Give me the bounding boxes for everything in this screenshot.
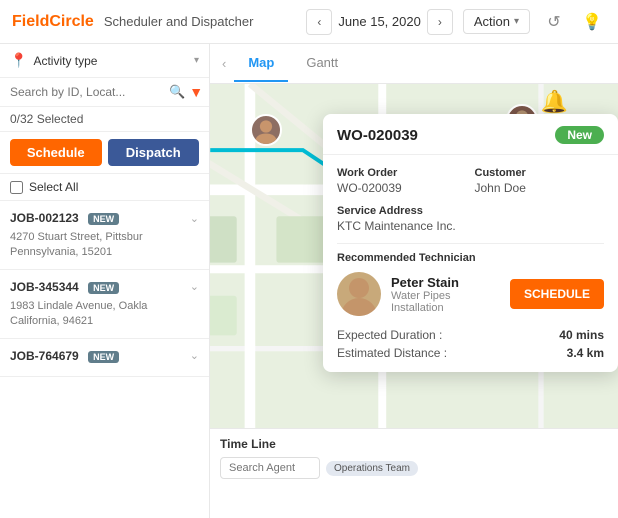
estimated-distance-row: Estimated Distance : 3.4 km [337,346,604,360]
selected-count: 0/32 Selected [0,107,209,132]
activity-type-label: Activity type [33,54,188,68]
tech-name: Peter Stain [391,275,500,290]
timeline-section: Time Line Operations Team [210,428,618,518]
popup-badge-new: New [555,126,604,144]
timeline-search-input[interactable] [220,457,320,479]
sidebar: 📍 Activity type ▾ 🔍 ▼ 0/32 Selected Sche… [0,44,210,518]
refresh-icon: ↺ [547,12,560,32]
select-all-label: Select All [29,180,78,194]
location-pin-icon: 📍 [10,52,27,69]
estimated-distance-value: 3.4 km [567,346,604,360]
popup-divider [337,243,604,244]
tech-info: Peter Stain Water Pipes Installation [391,275,500,314]
timeline-title: Time Line [220,437,608,451]
job-expand-icon: ⌄ [190,349,199,362]
expected-duration-value: 40 mins [559,328,604,342]
tab-map[interactable]: Map [234,45,288,82]
job-expand-icon: ⌄ [190,280,199,293]
popup-stats: Expected Duration : 40 mins Estimated Di… [337,328,604,360]
job-id: JOB-764679 [10,349,79,363]
ops-team-tag: Operations Team [326,461,418,476]
job-badge-new: NEW [88,282,119,294]
tech-role: Water Pipes Installation [391,290,500,314]
expected-duration-row: Expected Duration : 40 mins [337,328,604,342]
job-id: JOB-002123 [10,211,79,225]
search-row: 🔍 ▼ [0,78,209,107]
header-title: Scheduler and Dispatcher [104,14,297,29]
action-buttons: Schedule Dispatch [0,132,209,174]
select-all-row: Select All [0,174,209,201]
tabs-row: ‹ Map Gantt [210,44,618,84]
refresh-button[interactable]: ↺ [540,8,568,36]
technician-row: Peter Stain Water Pipes Installation SCH… [337,272,604,316]
tab-gantt[interactable]: Gantt [292,45,352,82]
app-logo: FieldCircle [12,13,94,31]
logo-field: Field [12,13,49,30]
action-button[interactable]: Action ▾ [463,9,530,34]
job-badge-new: NEW [88,351,119,363]
search-icon: 🔍 [169,84,185,100]
current-date: June 15, 2020 [338,14,420,29]
action-label: Action [474,14,510,29]
customer-value: John Doe [475,181,605,195]
bulb-button[interactable]: 💡 [578,8,606,36]
job-id: JOB-345344 [10,280,79,294]
app-header: FieldCircle Scheduler and Dispatcher ‹ J… [0,0,618,44]
popup-grid: Work Order WO-020039 Customer John Doe [337,167,604,195]
popup-customer-field: Customer John Doe [475,167,605,195]
popup-schedule-button[interactable]: SCHEDULE [510,279,604,309]
bulb-icon: 💡 [582,12,602,32]
map-area: 🏠 🏠 🏠 🔔 WO-020039 New Work Order WO-0200… [210,84,618,428]
chevron-down-icon: ▾ [514,16,519,27]
date-navigation: ‹ June 15, 2020 › [306,9,452,35]
timeline-search-row: Operations Team [220,457,608,479]
job-expand-icon: ⌄ [190,212,199,225]
notification-pin: 🔔 [541,89,568,115]
main-layout: 📍 Activity type ▾ 🔍 ▼ 0/32 Selected Sche… [0,44,618,518]
right-content: ‹ Map Gantt [210,44,618,518]
expected-duration-label: Expected Duration : [337,328,442,342]
activity-chevron-icon: ▾ [194,55,199,66]
job-list: JOB-002123 NEW ⌄ 4270 Stuart Street, Pit… [0,201,209,518]
popup-body: Work Order WO-020039 Customer John Doe S… [323,155,618,372]
activity-filter[interactable]: 📍 Activity type ▾ [0,44,209,78]
map-avatar-1 [250,114,282,146]
popup-wo-id: WO-020039 [337,127,418,144]
job-item[interactable]: JOB-764679 NEW ⌄ [0,339,209,377]
job-item[interactable]: JOB-002123 NEW ⌄ 4270 Stuart Street, Pit… [0,201,209,270]
job-address: 4270 Stuart Street, Pittsbur Pennsylvani… [10,230,199,261]
filter-icon[interactable]: ▼ [189,84,203,100]
estimated-distance-label: Estimated Distance : [337,346,447,360]
job-badge-new: NEW [88,213,119,225]
popup-work-order-field: Work Order WO-020039 [337,167,467,195]
dispatch-button[interactable]: Dispatch [108,139,200,166]
popup-header: WO-020039 New [323,114,618,155]
tab-prev-button[interactable]: ‹ [222,56,226,71]
next-date-button[interactable]: › [427,9,453,35]
service-address-label: Service Address [337,205,604,217]
work-order-label: Work Order [337,167,467,179]
tech-avatar [337,272,381,316]
logo-circle: Circle [49,13,93,30]
popup-card: WO-020039 New Work Order WO-020039 Custo… [323,114,618,372]
search-input[interactable] [10,85,165,99]
rec-tech-label: Recommended Technician [337,252,604,264]
job-address: 1983 Lindale Avenue, Oakla California, 9… [10,299,199,330]
customer-label: Customer [475,167,605,179]
schedule-button[interactable]: Schedule [10,139,102,166]
select-all-checkbox[interactable] [10,181,23,194]
job-item[interactable]: JOB-345344 NEW ⌄ 1983 Lindale Avenue, Oa… [0,270,209,339]
prev-date-button[interactable]: ‹ [306,9,332,35]
service-address-value: KTC Maintenance Inc. [337,219,604,233]
work-order-value: WO-020039 [337,181,467,195]
